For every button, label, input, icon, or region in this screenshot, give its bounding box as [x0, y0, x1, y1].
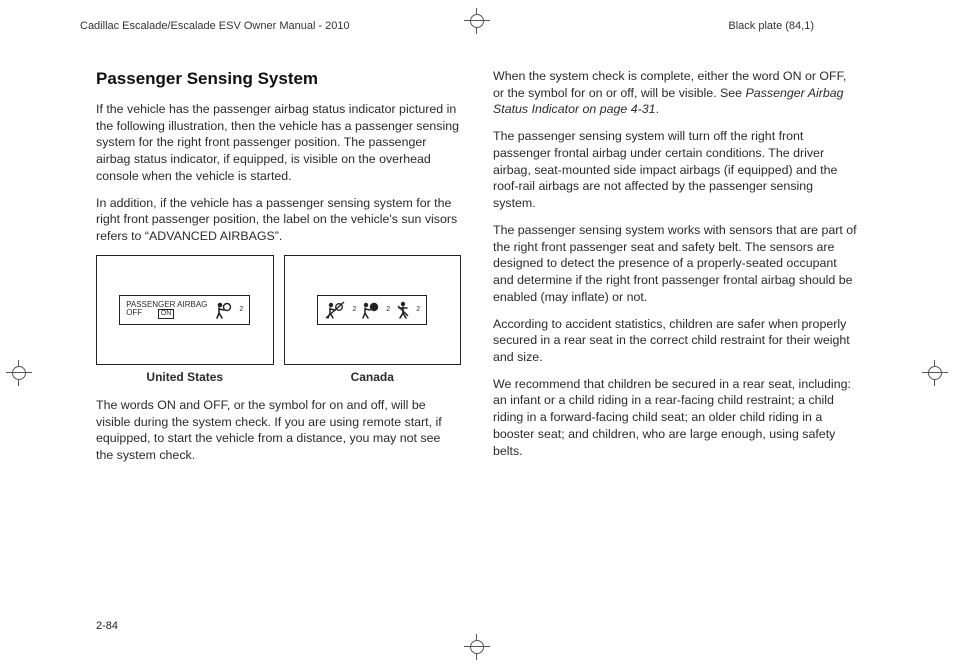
paragraph: According to accident statistics, childr…	[493, 316, 858, 366]
airbag-indicator-ca: 2 2 2	[317, 295, 427, 325]
paragraph: In addition, if the vehicle has a passen…	[96, 195, 461, 245]
register-mark-bottom	[464, 634, 490, 660]
airbag-indicator-us: PASSENGER AIRBAG OFF ON 2	[119, 295, 250, 325]
icon-subscript: 2	[386, 305, 390, 314]
black-plate-label: Black plate (84,1)	[728, 20, 814, 32]
manual-title: Cadillac Escalade/Escalade ESV Owner Man…	[80, 20, 350, 32]
page-number: 2-84	[96, 620, 118, 632]
paragraph: The passenger sensing system will turn o…	[493, 128, 858, 212]
indicator-on-label: ON	[158, 309, 175, 319]
paragraph: The passenger sensing system works with …	[493, 222, 858, 306]
airbag-off-icon	[324, 300, 348, 320]
caption-ca: Canada	[284, 369, 462, 385]
page-body: Passenger Sensing System If the vehicle …	[96, 68, 858, 598]
register-mark-left	[6, 360, 32, 386]
caption-us: United States	[96, 369, 274, 385]
seatbelt-person-icon	[394, 300, 412, 320]
icon-subscript: 2	[239, 305, 243, 314]
right-column: When the system check is complete, eithe…	[493, 68, 858, 598]
section-heading: Passenger Sensing System	[96, 68, 461, 91]
text-run: .	[656, 102, 659, 116]
illustration-row: PASSENGER AIRBAG OFF ON 2	[96, 255, 461, 365]
paragraph: The words ON and OFF, or the symbol for …	[96, 397, 461, 464]
paragraph: If the vehicle has the passenger airbag …	[96, 101, 461, 185]
icon-subscript: 2	[416, 305, 420, 314]
paragraph: When the system check is complete, eithe…	[493, 68, 858, 118]
illustration-ca-panel: 2 2 2	[284, 255, 462, 365]
paragraph: We recommend that children be secured in…	[493, 376, 858, 460]
register-mark-top	[464, 8, 490, 34]
illustration-us-panel: PASSENGER AIRBAG OFF ON 2	[96, 255, 274, 365]
register-mark-right	[922, 360, 948, 386]
airbag-on-icon	[360, 300, 382, 320]
icon-subscript: 2	[352, 305, 356, 314]
left-column: Passenger Sensing System If the vehicle …	[96, 68, 461, 598]
illustration-captions: United States Canada	[96, 369, 461, 385]
seated-person-airbag-icon	[213, 300, 233, 320]
indicator-off-label: OFF	[126, 308, 142, 317]
